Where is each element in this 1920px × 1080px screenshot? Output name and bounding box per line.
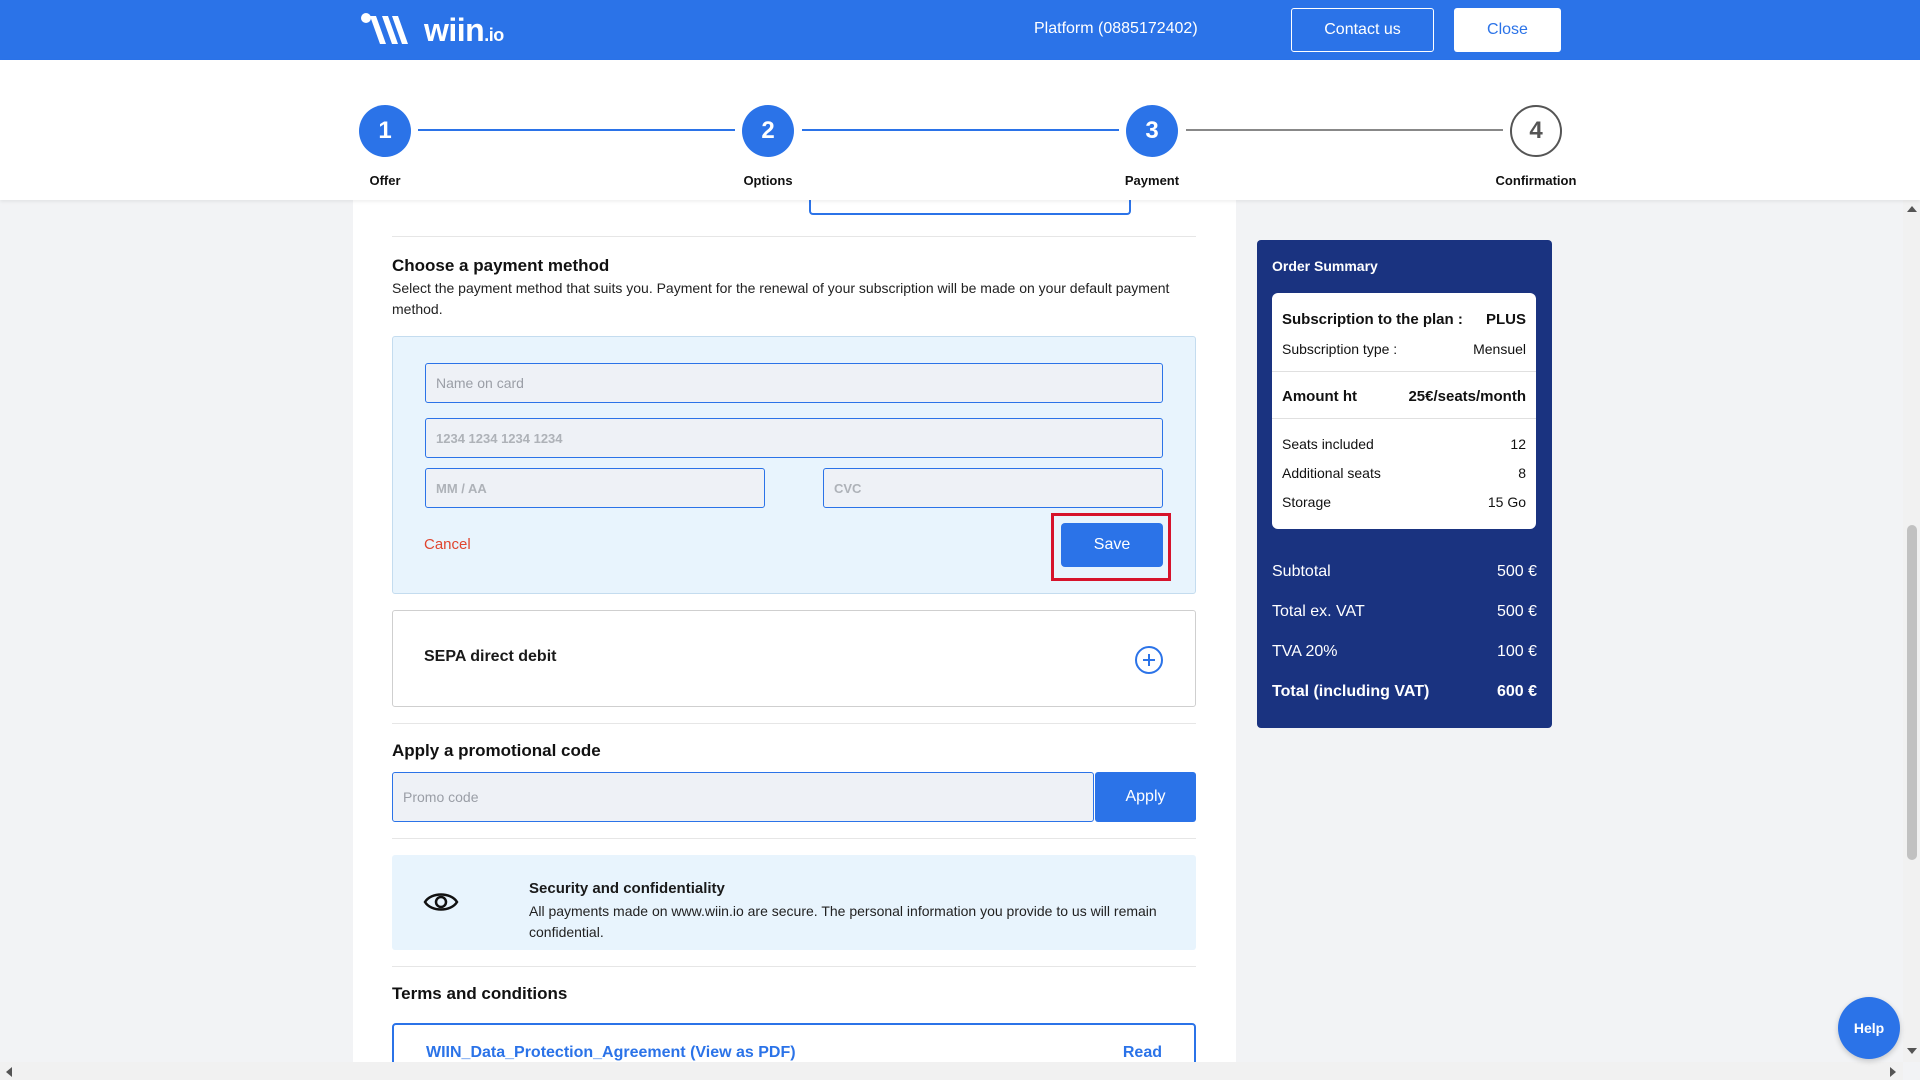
step-label: Confirmation bbox=[1495, 173, 1577, 188]
step-label: Offer bbox=[369, 173, 401, 188]
seats-row: Seats included 12 bbox=[1282, 436, 1526, 452]
total-label: Total (including VAT) bbox=[1272, 683, 1430, 700]
divider bbox=[392, 236, 1196, 237]
step-label: Payment bbox=[1124, 173, 1180, 188]
type-label: Subscription type : bbox=[1282, 341, 1398, 357]
total-ex-vat-row: Total ex. VAT 500 € bbox=[1272, 603, 1537, 621]
storage-value: 15 Go bbox=[1487, 494, 1526, 510]
card-number-input[interactable] bbox=[425, 418, 1163, 458]
payment-panel: Choose a payment method Select the payme… bbox=[353, 200, 1236, 1062]
plan-label: Subscription to the plan : bbox=[1282, 311, 1463, 328]
security-title: Security and confidentiality bbox=[529, 880, 725, 897]
promo-code-input[interactable] bbox=[392, 772, 1094, 822]
total-row: Total (including VAT) 600 € bbox=[1272, 683, 1537, 701]
previous-field-edge bbox=[809, 200, 1131, 215]
additional-seats-row: Additional seats 8 bbox=[1282, 465, 1526, 481]
scroll-right-arrow-icon[interactable] bbox=[1890, 1067, 1896, 1077]
scroll-left-arrow-icon[interactable] bbox=[6, 1067, 12, 1077]
scroll-down-arrow-icon[interactable] bbox=[1907, 1048, 1917, 1054]
storage-row: Storage 15 Go bbox=[1282, 494, 1526, 510]
payment-method-description: Select the payment method that suits you… bbox=[392, 280, 1170, 317]
total-ex-value: 500 € bbox=[1496, 603, 1537, 620]
terms-title: Terms and conditions bbox=[392, 984, 568, 1003]
seats-value: 12 bbox=[1510, 436, 1526, 452]
horizontal-scrollbar[interactable] bbox=[0, 1062, 1903, 1080]
scroll-up-arrow-icon[interactable] bbox=[1907, 206, 1917, 212]
sepa-direct-debit-option[interactable]: SEPA direct debit bbox=[392, 610, 1196, 707]
read-link[interactable]: Read bbox=[1123, 1044, 1162, 1062]
amount-label: Amount ht bbox=[1282, 388, 1357, 405]
divider bbox=[392, 966, 1196, 967]
stepper-connector bbox=[418, 129, 735, 131]
step-label: Options bbox=[743, 173, 793, 188]
order-details-card: Subscription to the plan : PLUS Subscrip… bbox=[1272, 293, 1536, 529]
sepa-label: SEPA direct debit bbox=[424, 648, 557, 665]
name-on-card-input[interactable] bbox=[425, 363, 1163, 403]
step-number: 4 bbox=[1510, 105, 1562, 157]
cvc-input[interactable] bbox=[823, 468, 1163, 508]
stepper-connector bbox=[1186, 129, 1503, 131]
tva-row: TVA 20% 100 € bbox=[1272, 643, 1537, 661]
type-row: Subscription type : Mensuel bbox=[1282, 341, 1526, 357]
subtotal-row: Subtotal 500 € bbox=[1272, 563, 1537, 581]
platform-label: Platform (0885172402) bbox=[1034, 20, 1198, 37]
help-button[interactable]: Help bbox=[1838, 997, 1900, 1059]
tva-value: 100 € bbox=[1496, 643, 1537, 660]
close-button[interactable]: Close bbox=[1454, 8, 1561, 52]
apply-button[interactable]: Apply bbox=[1095, 772, 1196, 822]
divider bbox=[1272, 418, 1536, 419]
vertical-scrollbar[interactable] bbox=[1903, 200, 1920, 1062]
amount-row: Amount ht 25€/seats/month bbox=[1282, 388, 1526, 405]
step-number: 3 bbox=[1126, 105, 1178, 157]
expiry-input[interactable] bbox=[425, 468, 765, 508]
plan-value: PLUS bbox=[1485, 311, 1526, 328]
storage-label: Storage bbox=[1282, 494, 1332, 510]
wiin-logo[interactable]: wiin.io bbox=[360, 12, 504, 48]
save-button[interactable]: Save bbox=[1061, 523, 1163, 567]
step-options[interactable]: 2 Options bbox=[708, 105, 828, 188]
divider bbox=[1272, 371, 1536, 372]
additional-value: 8 bbox=[1518, 465, 1526, 481]
payment-method-title: Choose a payment method bbox=[392, 256, 610, 275]
subtotal-label: Subtotal bbox=[1272, 563, 1331, 580]
total-ex-label: Total ex. VAT bbox=[1272, 603, 1365, 620]
progress-stepper: 1 Offer 2 Options 3 Payment 4 Confirmati… bbox=[0, 60, 1920, 200]
promo-title: Apply a promotional code bbox=[392, 741, 601, 760]
cancel-link[interactable]: Cancel bbox=[424, 536, 471, 553]
scroll-thumb[interactable] bbox=[1907, 525, 1917, 860]
divider bbox=[392, 838, 1196, 839]
eye-icon bbox=[423, 893, 459, 911]
amount-value: 25€/seats/month bbox=[1408, 388, 1526, 405]
step-number: 2 bbox=[742, 105, 794, 157]
tva-label: TVA 20% bbox=[1272, 643, 1338, 660]
plus-circle-icon[interactable] bbox=[1135, 646, 1163, 674]
step-payment[interactable]: 3 Payment bbox=[1092, 105, 1212, 188]
step-confirmation: 4 Confirmation bbox=[1476, 105, 1596, 188]
step-number: 1 bbox=[359, 105, 411, 157]
type-value: Mensuel bbox=[1473, 341, 1526, 357]
divider bbox=[392, 723, 1196, 724]
stepper-connector bbox=[802, 129, 1119, 131]
card-payment-form: Cancel Save bbox=[392, 336, 1196, 594]
step-offer[interactable]: 1 Offer bbox=[325, 105, 445, 188]
logo-text: wiin.io bbox=[424, 11, 504, 48]
plan-row: Subscription to the plan : PLUS bbox=[1282, 311, 1526, 328]
terms-pdf-link[interactable]: WIIN_Data_Protection_Agreement (View as … bbox=[426, 1044, 796, 1062]
additional-label: Additional seats bbox=[1282, 465, 1381, 481]
top-bar: wiin.io Platform (0885172402) Contact us… bbox=[0, 0, 1920, 60]
security-text: All payments made on www.wiin.io are sec… bbox=[529, 903, 1157, 940]
total-value: 600 € bbox=[1496, 683, 1537, 700]
order-summary: Order Summary Subscription to the plan :… bbox=[1257, 240, 1552, 728]
terms-document-row: WIIN_Data_Protection_Agreement (View as … bbox=[392, 1023, 1196, 1062]
security-notice: Security and confidentiality All payment… bbox=[392, 855, 1196, 950]
subtotal-value: 500 € bbox=[1496, 563, 1537, 580]
wiin-logo-icon bbox=[361, 13, 408, 44]
order-summary-title: Order Summary bbox=[1272, 258, 1378, 274]
contact-us-button[interactable]: Contact us bbox=[1291, 8, 1434, 52]
seats-label: Seats included bbox=[1282, 436, 1374, 452]
